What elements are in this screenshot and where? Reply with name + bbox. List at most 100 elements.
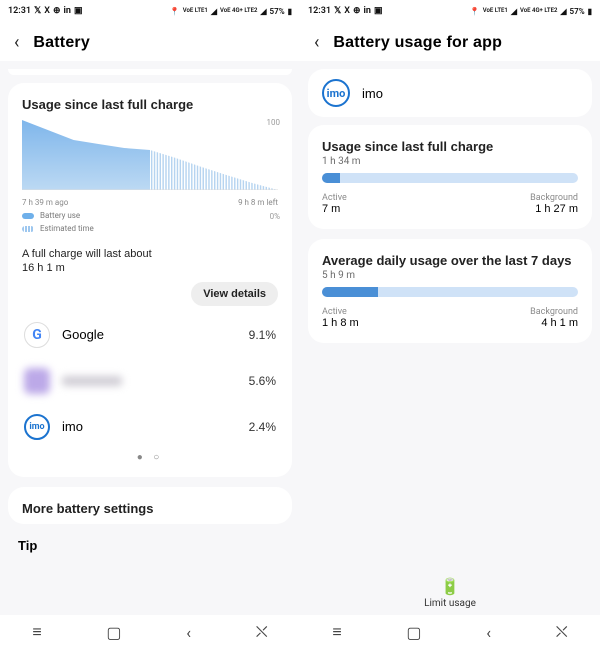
app-row-blurred[interactable]: 5.6% bbox=[22, 358, 278, 404]
x-start: 7 h 39 m ago bbox=[22, 198, 68, 207]
battery-chart-svg bbox=[22, 120, 278, 190]
x-icon: 𝕏 bbox=[334, 6, 341, 16]
page-header: ‹ Battery bbox=[0, 22, 300, 61]
recents-icon[interactable]: ≡ bbox=[32, 622, 41, 642]
signal-icon: ◢ bbox=[511, 7, 517, 16]
page-title: Battery usage for app bbox=[333, 34, 502, 52]
linkedin-icon: in bbox=[364, 6, 371, 16]
app-icon-blurred bbox=[24, 368, 50, 394]
usage-bar bbox=[322, 173, 578, 183]
home-icon[interactable]: ▢ bbox=[406, 623, 421, 642]
active-label: Active bbox=[322, 193, 347, 203]
signal-icon: ◢ bbox=[560, 7, 566, 16]
more-settings-label: More battery settings bbox=[22, 501, 278, 516]
recents-icon[interactable]: ≡ bbox=[332, 622, 341, 642]
signal-icon: ◢ bbox=[211, 7, 217, 16]
y-max: 100 bbox=[267, 118, 281, 127]
avg-daily-card: Average daily usage over the last 7 days… bbox=[308, 239, 592, 343]
location-icon: 📍 bbox=[170, 7, 180, 16]
app-icon: ⊕ bbox=[353, 6, 361, 16]
back-icon[interactable]: ‹ bbox=[314, 32, 319, 53]
app-pct: 9.1% bbox=[249, 328, 276, 342]
nav-bar: ≡ ▢ ‹ ⛌ bbox=[300, 615, 600, 649]
imo-icon: imo bbox=[322, 79, 350, 107]
sim2-label: VoE 4G+ LTE2 bbox=[220, 8, 257, 14]
x-icon: X bbox=[344, 6, 350, 16]
battery-limit-icon: 🔋 bbox=[300, 577, 600, 596]
app-name: imo bbox=[362, 86, 383, 101]
battery-pct: 57% bbox=[570, 7, 585, 16]
card-title: Usage since last full charge bbox=[322, 139, 578, 154]
active-label: Active bbox=[322, 307, 359, 317]
status-bar: 12:31 𝕏 X ⊕ in ▣ 📍 VoE LTE1 ◢ VoE 4G+ LT… bbox=[0, 0, 300, 22]
app-name: imo bbox=[62, 419, 83, 434]
background-value: 4 h 1 m bbox=[530, 317, 578, 329]
y-min: 0% bbox=[270, 212, 280, 221]
limit-label: Limit usage bbox=[424, 598, 476, 609]
page-header: ‹ Battery usage for app bbox=[300, 22, 600, 61]
card-total: 5 h 9 m bbox=[322, 270, 578, 281]
signal-icon: ◢ bbox=[260, 7, 266, 16]
app-row-google[interactable]: G Google 9.1% bbox=[22, 312, 278, 358]
sim1-label: VoE LTE1 bbox=[183, 8, 208, 14]
background-value: 1 h 27 m bbox=[530, 203, 578, 215]
app-pct: 5.6% bbox=[249, 374, 276, 388]
imo-icon: imo bbox=[24, 414, 50, 440]
app-row-imo[interactable]: imo imo 2.4% bbox=[22, 404, 278, 450]
more-settings-card[interactable]: More battery settings bbox=[8, 487, 292, 524]
back-nav-icon[interactable]: ‹ bbox=[486, 623, 491, 642]
nav-bar: ≡ ▢ ‹ ⛌ bbox=[0, 615, 300, 649]
app-name-blurred bbox=[62, 376, 122, 386]
background-label: Background bbox=[530, 307, 578, 317]
full-charge-estimate: A full charge will last about 16 h 1 m bbox=[22, 247, 278, 276]
clock: 12:31 bbox=[8, 6, 31, 16]
active-value: 1 h 8 m bbox=[322, 317, 359, 329]
back-icon[interactable]: ‹ bbox=[14, 32, 19, 53]
x-end: 9 h 8 m left bbox=[238, 198, 278, 207]
usage-card: Usage since last full charge 1 bbox=[8, 83, 292, 477]
clock: 12:31 bbox=[308, 6, 331, 16]
accessibility-icon[interactable]: ⛌ bbox=[256, 622, 268, 642]
battery-chart[interactable]: 100 0% 7 h 39 m ago 9 h 8 m left Battery… bbox=[22, 120, 278, 233]
app-usage-screen: 12:31 𝕏 X ⊕ in ▣ 📍 VoE LTE1 ◢ VoE 4G+ LT… bbox=[300, 0, 600, 649]
app-icon: ▣ bbox=[374, 6, 383, 16]
usage-bar-fill bbox=[322, 287, 378, 297]
prev-card-edge bbox=[8, 69, 292, 75]
background-label: Background bbox=[530, 193, 578, 203]
limit-usage-button[interactable]: 🔋 Limit usage bbox=[300, 577, 600, 609]
card-title: Average daily usage over the last 7 days bbox=[322, 253, 578, 268]
view-details-button[interactable]: View details bbox=[191, 282, 278, 306]
battery-icon: ▮ bbox=[588, 7, 592, 16]
battery-screen: 12:31 𝕏 X ⊕ in ▣ 📍 VoE LTE1 ◢ VoE 4G+ LT… bbox=[0, 0, 300, 649]
page-title: Battery bbox=[33, 34, 90, 52]
usage-bar bbox=[322, 287, 578, 297]
sim2-label: VoE 4G+ LTE2 bbox=[520, 8, 557, 14]
accessibility-icon[interactable]: ⛌ bbox=[556, 622, 568, 642]
legend-hatch-icon bbox=[22, 226, 34, 232]
app-icon: ⊕ bbox=[53, 6, 61, 16]
google-icon: G bbox=[24, 322, 50, 348]
app-icon: ▣ bbox=[74, 6, 83, 16]
back-nav-icon[interactable]: ‹ bbox=[186, 623, 191, 642]
pager-dots[interactable]: ● ○ bbox=[22, 452, 278, 463]
usage-since-charge-card: Usage since last full charge 1 h 34 m Ac… bbox=[308, 125, 592, 229]
linkedin-icon: in bbox=[64, 6, 71, 16]
app-pct: 2.4% bbox=[249, 420, 276, 434]
home-icon[interactable]: ▢ bbox=[106, 623, 121, 642]
app-name: Google bbox=[62, 327, 104, 342]
usage-title: Usage since last full charge bbox=[22, 97, 278, 112]
battery-icon: ▮ bbox=[288, 7, 292, 16]
x-icon: 𝕏 bbox=[34, 6, 41, 16]
location-icon: 📍 bbox=[470, 7, 480, 16]
battery-pct: 57% bbox=[270, 7, 285, 16]
legend2: Estimated time bbox=[40, 224, 94, 233]
status-bar: 12:31 𝕏 X ⊕ in ▣ 📍 VoE LTE1 ◢ VoE 4G+ LT… bbox=[300, 0, 600, 22]
tip-label[interactable]: Tip bbox=[0, 532, 300, 557]
usage-bar-fill bbox=[322, 173, 340, 183]
card-total: 1 h 34 m bbox=[322, 156, 578, 167]
sim1-label: VoE LTE1 bbox=[483, 8, 508, 14]
x-icon: X bbox=[44, 6, 50, 16]
legend1: Battery use bbox=[40, 211, 80, 220]
app-identity: imo imo bbox=[308, 69, 592, 117]
active-value: 7 m bbox=[322, 203, 347, 215]
